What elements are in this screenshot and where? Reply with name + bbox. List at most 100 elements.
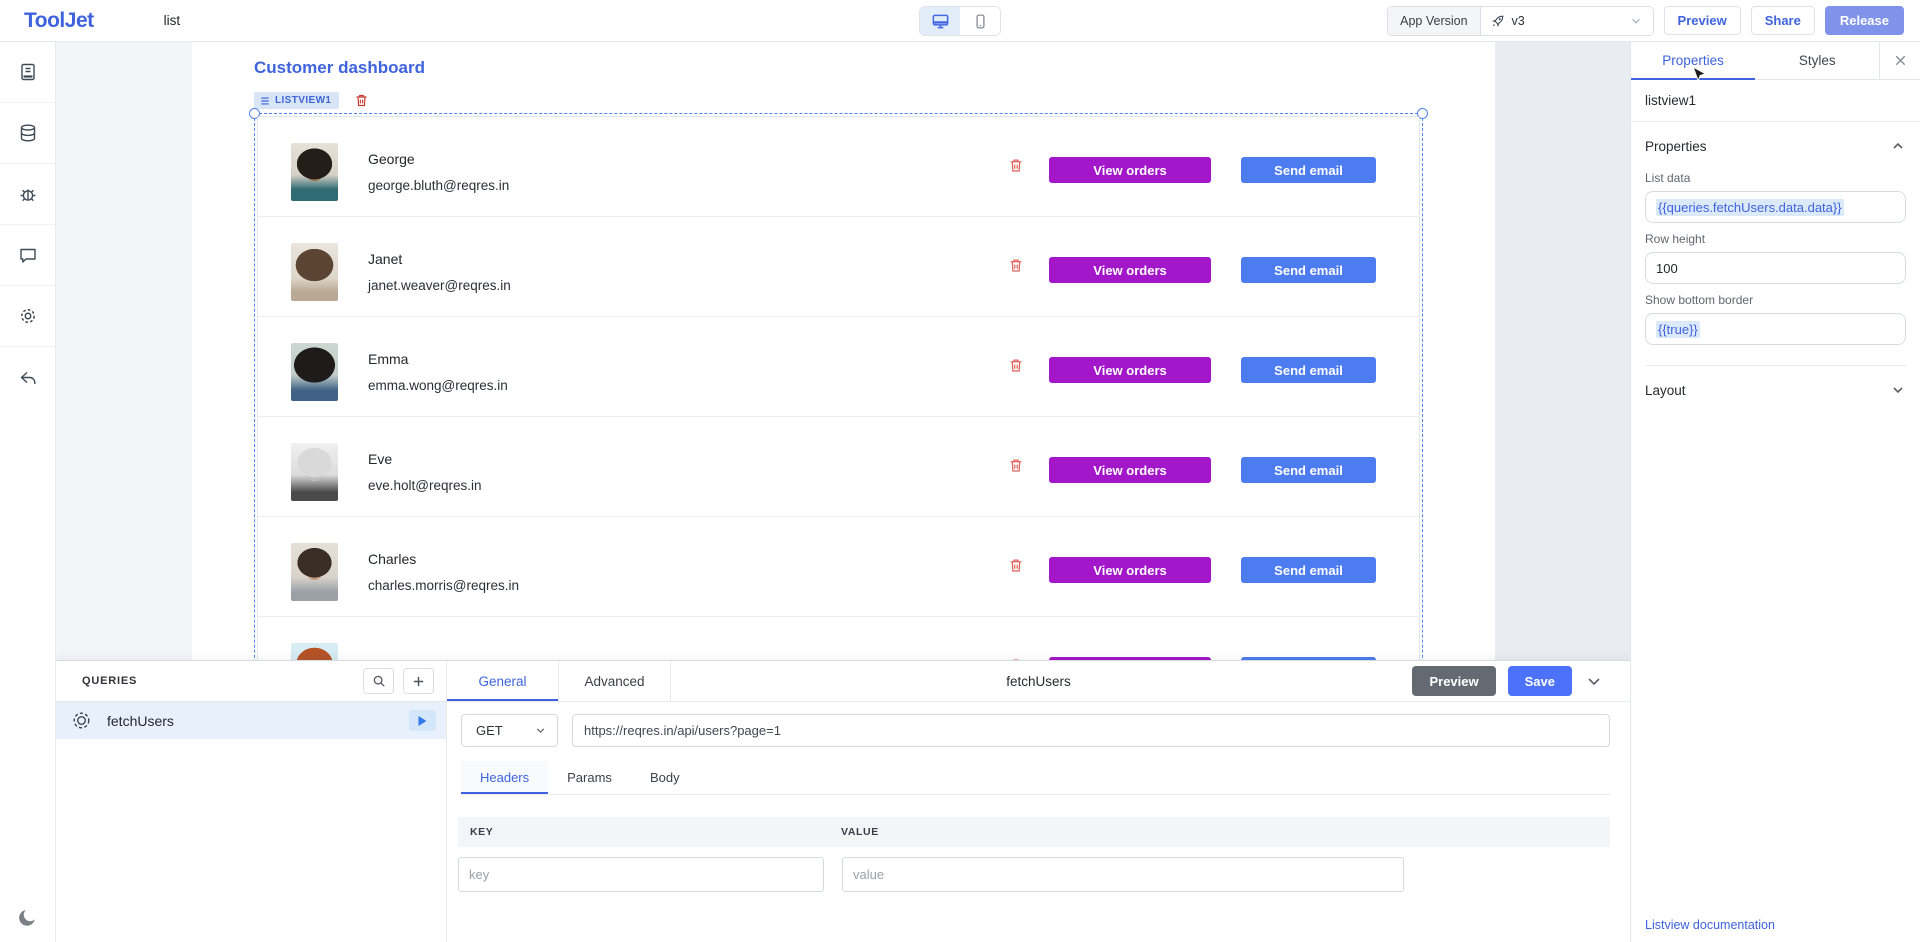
field-label: Show bottom border xyxy=(1645,293,1906,307)
tab-properties[interactable]: Properties xyxy=(1631,42,1755,79)
tooljet-logo: ToolJet xyxy=(24,9,94,33)
close-icon xyxy=(1893,53,1908,68)
send-email-button[interactable]: Send email xyxy=(1241,257,1376,283)
tab-headers[interactable]: Headers xyxy=(461,761,548,794)
close-inspector-button[interactable] xyxy=(1880,42,1920,79)
bug-icon xyxy=(18,184,38,204)
delete-widget-icon[interactable] xyxy=(354,93,369,108)
sidebar-item-settings[interactable] xyxy=(0,286,55,347)
avatar xyxy=(291,143,338,201)
undo-icon xyxy=(18,368,38,388)
collapse-panel-icon[interactable] xyxy=(1584,671,1604,691)
rocket-icon xyxy=(1491,14,1505,28)
query-panel: QUERIES fetchUsers xyxy=(56,660,1630,942)
sidebar-item-pages[interactable] xyxy=(0,42,55,103)
send-email-button[interactable]: Send email xyxy=(1241,157,1376,183)
app-name: list xyxy=(164,13,181,28)
sidebar-item-datasources[interactable] xyxy=(0,103,55,164)
widget-badge[interactable]: LISTVIEW1 xyxy=(254,92,339,109)
user-name: Janet xyxy=(368,251,511,267)
queries-header: QUERIES xyxy=(82,675,137,687)
view-orders-button[interactable]: View orders xyxy=(1049,257,1211,283)
user-name: Eve xyxy=(368,451,482,467)
row-trash-icon[interactable] xyxy=(1008,257,1024,274)
list-data-input[interactable]: {{queries.fetchUsers.data.data}} xyxy=(1645,191,1906,223)
app-version-dropdown[interactable]: App Version v3 xyxy=(1387,6,1653,36)
tab-advanced[interactable]: Advanced xyxy=(559,661,671,701)
tab-styles[interactable]: Styles xyxy=(1755,42,1879,79)
tab-params[interactable]: Params xyxy=(548,761,631,794)
listview-selection[interactable]: George george.bluth@reqres.in View order… xyxy=(254,113,1423,753)
chevron-down-icon xyxy=(534,724,547,737)
query-save-button[interactable]: Save xyxy=(1508,666,1572,696)
headers-table-header: KEY VALUE xyxy=(458,817,1610,847)
send-email-button[interactable]: Send email xyxy=(1241,357,1376,383)
send-email-button[interactable]: Send email xyxy=(1241,457,1376,483)
request-url-input[interactable] xyxy=(572,714,1610,747)
view-orders-button[interactable]: View orders xyxy=(1049,457,1211,483)
properties-section-header[interactable]: Properties xyxy=(1645,122,1906,162)
mobile-toggle-button[interactable] xyxy=(960,7,1000,35)
widget-inspector: Properties Styles listview1 Properties L… xyxy=(1630,42,1920,942)
request-tabs: Headers Params Body xyxy=(461,761,1610,795)
tab-body[interactable]: Body xyxy=(631,761,699,794)
tab-general[interactable]: General xyxy=(447,661,559,701)
user-name: Charles xyxy=(368,551,519,567)
desktop-toggle-button[interactable] xyxy=(920,7,960,35)
row-trash-icon[interactable] xyxy=(1008,157,1024,174)
preview-button[interactable]: Preview xyxy=(1664,6,1741,35)
send-email-button[interactable]: Send email xyxy=(1241,557,1376,583)
sidebar-item-comments[interactable] xyxy=(0,225,55,286)
query-preview-button[interactable]: Preview xyxy=(1412,666,1495,696)
row-trash-icon[interactable] xyxy=(1008,557,1024,574)
sidebar-item-undo[interactable] xyxy=(0,347,55,408)
row-height-input[interactable]: 100 xyxy=(1645,252,1906,284)
listview-documentation-link[interactable]: Listview documentation xyxy=(1645,918,1775,932)
list-item: Charles charles.morris@reqres.in View or… xyxy=(258,517,1419,617)
view-orders-button[interactable]: View orders xyxy=(1049,557,1211,583)
row-trash-icon[interactable] xyxy=(1008,457,1024,474)
row-trash-icon[interactable] xyxy=(1008,357,1024,374)
search-icon xyxy=(372,674,386,688)
chevron-down-icon xyxy=(1890,382,1906,398)
list-item: Emma emma.wong@reqres.in View orders Sen… xyxy=(258,317,1419,417)
list-item: Eve eve.holt@reqres.in View orders Send … xyxy=(258,417,1419,517)
left-sidebar xyxy=(0,42,56,942)
selected-widget-name: listview1 xyxy=(1631,80,1920,122)
page-icon xyxy=(18,62,38,82)
add-query-button[interactable] xyxy=(403,668,434,694)
query-list-item-fetchusers[interactable]: fetchUsers xyxy=(56,702,446,739)
view-orders-button[interactable]: View orders xyxy=(1049,357,1211,383)
view-orders-button[interactable]: View orders xyxy=(1049,157,1211,183)
http-method-select[interactable]: GET xyxy=(461,714,558,747)
listview-widget[interactable]: George george.bluth@reqres.in View order… xyxy=(257,116,1420,748)
list-item: George george.bluth@reqres.in View order… xyxy=(258,117,1419,217)
user-email: eve.holt@reqres.in xyxy=(368,478,482,493)
run-query-button[interactable] xyxy=(409,710,436,731)
avatar xyxy=(291,443,338,501)
app-version-value: v3 xyxy=(1512,14,1525,28)
query-name: fetchUsers xyxy=(107,713,174,729)
app-version-label: App Version xyxy=(1388,7,1480,35)
moon-icon xyxy=(17,906,39,928)
desktop-icon xyxy=(931,12,950,31)
share-button[interactable]: Share xyxy=(1751,6,1815,35)
page-title: Customer dashboard xyxy=(254,58,425,78)
value-column-header: VALUE xyxy=(841,826,1610,838)
header-key-input[interactable] xyxy=(458,857,824,892)
release-button[interactable]: Release xyxy=(1825,6,1904,35)
topbar-right-controls: App Version v3 Preview Share Release xyxy=(1387,6,1904,36)
chevron-up-icon xyxy=(1890,138,1906,154)
query-editor-title: fetchUsers xyxy=(1006,661,1071,702)
user-email: emma.wong@reqres.in xyxy=(368,378,508,393)
query-search-button[interactable] xyxy=(363,668,394,694)
header-value-input[interactable] xyxy=(842,857,1404,892)
sidebar-item-debugger[interactable] xyxy=(0,164,55,225)
dark-mode-toggle[interactable] xyxy=(0,906,56,928)
device-toggle xyxy=(919,6,1001,36)
list-item: Janet janet.weaver@reqres.in View orders… xyxy=(258,217,1419,317)
mobile-icon xyxy=(972,13,989,30)
field-label: List data xyxy=(1645,171,1906,185)
show-bottom-border-input[interactable]: {{true}} xyxy=(1645,313,1906,345)
layout-section-header[interactable]: Layout xyxy=(1645,365,1906,414)
